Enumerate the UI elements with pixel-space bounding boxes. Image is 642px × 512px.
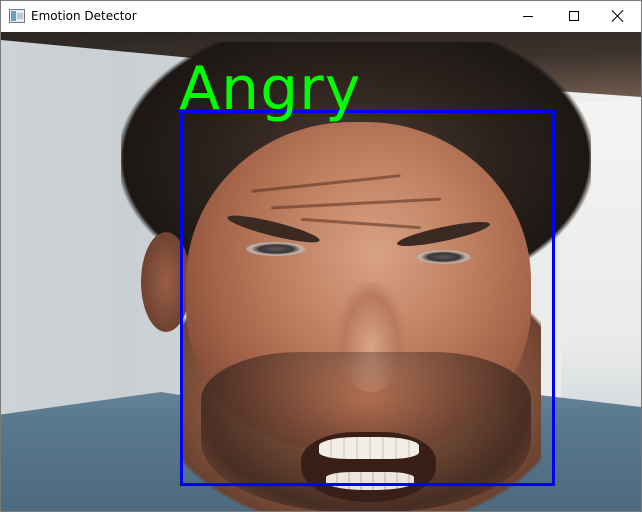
- title-bar[interactable]: Emotion Detector: [1, 1, 641, 31]
- app-window-icon: [9, 9, 25, 23]
- close-button[interactable]: [595, 1, 641, 31]
- face-bounding-box: [180, 110, 555, 486]
- maximize-button[interactable]: [551, 1, 597, 31]
- webcam-feed: Angry: [1, 32, 641, 511]
- window-title: Emotion Detector: [31, 9, 137, 23]
- maximize-icon: [569, 11, 579, 21]
- minimize-button[interactable]: [505, 1, 551, 31]
- close-icon: [612, 10, 624, 22]
- minimize-icon: [523, 15, 533, 17]
- emotion-label: Angry: [179, 54, 362, 124]
- emotion-detector-window: Emotion Detector Angry: [0, 0, 642, 512]
